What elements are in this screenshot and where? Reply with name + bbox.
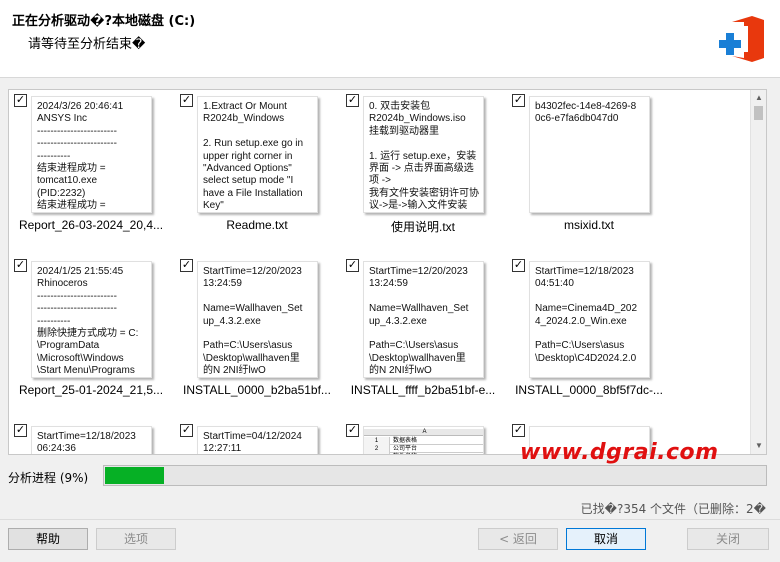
sheet-column-header: A [364, 429, 483, 436]
scroll-down-arrow-icon[interactable]: ▼ [751, 438, 766, 454]
file-tile[interactable]: ✓ StartTime=12/20/2023 13:24:59 Name=Wall… [341, 255, 505, 411]
progress-fill [105, 467, 164, 484]
file-preview-text: StartTime=12/20/2023 13:24:59 Name=Wallh… [369, 266, 469, 377]
sheet-cell: 数据表格 [393, 438, 418, 444]
sheet-row-number: 2 [364, 445, 390, 453]
analysis-progress-bar [103, 465, 767, 486]
file-name-label: Readme.txt [226, 218, 288, 232]
file-preview-thumbnail[interactable]: 0. 双击安装包 R2024b_Windows.iso 挂载到驱动器里 1. 运… [363, 96, 484, 213]
file-tile[interactable]: ✓ StartTime=12/18/2023 06:24:36 [9, 420, 173, 455]
file-checkbox[interactable]: ✓ [512, 94, 525, 107]
file-name-label: INSTALL_0000_8bf5f7dc-... [515, 383, 663, 397]
file-preview-thumbnail[interactable]: StartTime=04/12/2024 12:27:11 [197, 426, 318, 455]
help-button[interactable]: 帮助 [8, 528, 88, 550]
page-title: 正在分析驱动�?本地磁盘 (C:) [12, 14, 196, 29]
options-button[interactable]: 选项 [96, 528, 176, 550]
file-preview-thumbnail[interactable]: A1数据表格2公司平台3软件名称 [363, 426, 484, 455]
file-preview-thumbnail[interactable]: StartTime=12/20/2023 13:24:59 Name=Wallh… [197, 261, 318, 378]
sheet-row: 2 公司平台 [364, 445, 483, 453]
found-files-status: 已找�?354 个文件（已删除：2� [580, 502, 766, 516]
sheet-cell: 公司平台 [393, 446, 418, 452]
file-name-label: 使用说明.txt [390, 220, 455, 234]
sheet-row-number: 1 [364, 437, 390, 445]
sheet-cell: 软件名称 [390, 454, 417, 455]
file-checkbox[interactable]: ✓ [14, 424, 27, 437]
file-checkbox[interactable]: ✓ [512, 259, 525, 272]
file-preview-text: StartTime=12/18/2023 04:51:40 Name=Cinem… [535, 266, 638, 364]
file-preview-text: 0. 双击安装包 R2024b_Windows.iso 挂载到驱动器里 1. 运… [369, 101, 479, 212]
cancel-button[interactable]: 取消 [566, 528, 646, 550]
file-checkbox[interactable]: ✓ [346, 259, 359, 272]
file-checkbox[interactable]: ✓ [512, 424, 525, 437]
vertical-scrollbar[interactable]: ▲ ▼ [750, 90, 766, 454]
file-preview-thumbnail[interactable]: 2024/3/26 20:46:41 ANSYS Inc -----------… [31, 96, 152, 213]
file-preview-text: 2024/3/26 20:46:41 ANSYS Inc -----------… [37, 101, 124, 212]
sheet-row: 1 数据表格 [364, 437, 483, 445]
progress-label: 分析进程 (9%) [8, 471, 89, 485]
file-name-label: Report_26-03-2024_20,4... [18, 218, 164, 232]
file-preview-thumbnail[interactable]: StartTime=12/18/2023 06:24:36 [31, 426, 152, 455]
file-tile[interactable]: ✓ 2024/3/26 20:46:41 ANSYS Inc ----------… [9, 90, 173, 246]
file-preview-thumbnail[interactable]: 1.Extract Or Mount R2024b_Windows 2. Run… [197, 96, 318, 213]
file-tile[interactable]: ✓ 0. 双击安装包 R2024b_Windows.iso 挂载到驱动器里 1. … [341, 90, 505, 246]
file-tile[interactable]: ✓ A1数据表格2公司平台3软件名称 [341, 420, 505, 455]
file-name-label: INSTALL_0000_b2ba51bf... [183, 383, 331, 397]
file-checkbox[interactable]: ✓ [14, 94, 27, 107]
sheet-row-number: 3 [364, 453, 390, 454]
file-preview-text: StartTime=04/12/2024 12:27:11 [203, 431, 302, 455]
scroll-up-arrow-icon[interactable]: ▲ [751, 90, 766, 106]
file-checkbox[interactable]: ✓ [180, 94, 193, 107]
spreadsheet-preview: A1数据表格2公司平台3软件名称 [364, 427, 483, 455]
file-preview-thumbnail[interactable]: b4302fec-14e8-4269-8 0c6-e7fa6db047d0 [529, 96, 650, 213]
file-preview-text: StartTime=12/18/2023 06:24:36 [37, 431, 136, 455]
file-checkbox[interactable]: ✓ [346, 94, 359, 107]
file-checkbox[interactable]: ✓ [180, 259, 193, 272]
file-preview-text: 2024/1/25 21:55:45 Rhinoceros ----------… [37, 266, 139, 377]
file-name-label: INSTALL_ffff_b2ba51bf-e... [350, 383, 496, 397]
office-recovery-logo-icon [719, 16, 764, 62]
file-preview-thumbnail[interactable]: StartTime=12/20/2023 13:24:59 Name=Wallh… [363, 261, 484, 378]
file-tile[interactable]: ✓ 2024/1/25 21:55:45 Rhinoceros ---------… [9, 255, 173, 411]
file-tile[interactable]: ✓ 1.Extract Or Mount R2024b_Windows 2. Ru… [175, 90, 339, 246]
file-preview-text: b4302fec-14e8-4269-8 0c6-e7fa6db047d0 [535, 101, 637, 125]
scroll-thumb[interactable] [754, 106, 763, 120]
file-tile[interactable]: ✓ b4302fec-14e8-4269-8 0c6-e7fa6db047d0 ms… [507, 90, 671, 246]
file-preview-grid[interactable]: ✓ 2024/3/26 20:46:41 ANSYS Inc ----------… [8, 89, 767, 455]
file-preview-text: 1.Extract Or Mount R2024b_Windows 2. Run… [203, 101, 304, 212]
footer-divider [0, 519, 780, 520]
file-tile[interactable]: ✓ StartTime=04/12/2024 12:27:11 [175, 420, 339, 455]
back-button[interactable]: < 返回 [478, 528, 558, 550]
file-name-label: msixid.txt [563, 218, 614, 232]
file-preview-thumbnail[interactable]: StartTime=12/18/2023 04:51:40 Name=Cinem… [529, 261, 650, 378]
file-name-label: Report_25-01-2024_21,5... [18, 383, 164, 397]
wizard-header: 正在分析驱动�?本地磁盘 (C:) 请等待至分析结束� [0, 0, 780, 78]
file-checkbox[interactable]: ✓ [14, 259, 27, 272]
file-checkbox[interactable]: ✓ [346, 424, 359, 437]
file-checkbox[interactable]: ✓ [180, 424, 193, 437]
site-watermark: www.dgrai.com [520, 440, 719, 465]
file-tile[interactable]: ✓ StartTime=12/20/2023 13:24:59 Name=Wall… [175, 255, 339, 411]
file-preview-text: StartTime=12/20/2023 13:24:59 Name=Wallh… [203, 266, 303, 377]
file-preview-thumbnail[interactable]: 2024/1/25 21:55:45 Rhinoceros ----------… [31, 261, 152, 378]
close-button[interactable]: 关闭 [687, 528, 769, 550]
sheet-row: 3软件名称 [364, 453, 483, 455]
file-tile[interactable]: ✓ StartTime=12/18/2023 04:51:40 Name=Cine… [507, 255, 671, 411]
page-subtitle: 请等待至分析结束� [28, 37, 146, 52]
file-preview-text [530, 427, 649, 431]
